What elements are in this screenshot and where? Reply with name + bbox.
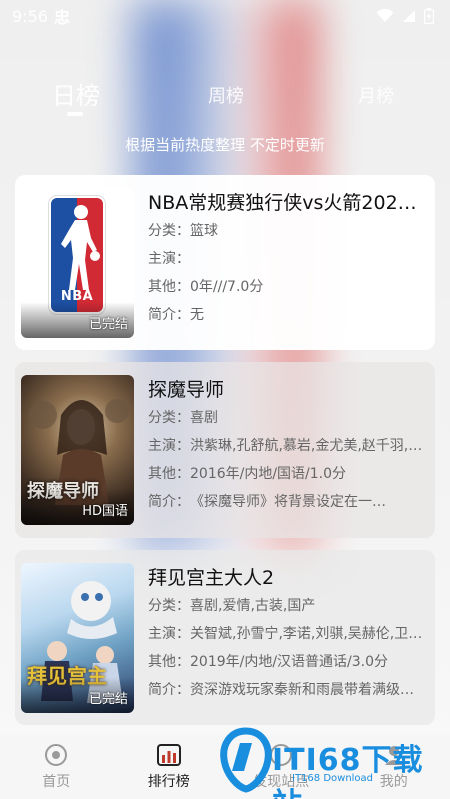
tab-week[interactable]: 周榜 [200,82,252,108]
other-label: 其他： [148,654,190,670]
cast-value: 洪紫琳,孔舒航,慕岩,金尤美,赵千羽,… [190,438,423,454]
status-badge: 已完结 [88,317,128,332]
intro-label: 简介： [148,307,190,323]
other-value: 2016年/内地/国语/1.0分 [190,466,347,482]
category-label: 分类： [148,598,190,614]
home-icon [45,744,68,766]
rank-tabs: 日榜 周榜 月榜 [0,72,450,122]
status-badge: 已完结 [88,692,128,707]
nba-logo: NBA [49,196,105,314]
intro-label: 简介： [148,494,190,510]
category-label: 分类： [148,410,190,426]
other-label: 其他： [148,466,190,482]
status-time: 9:56 [12,6,48,26]
watermark: ITI68下载站 IT168 Download [218,723,450,799]
intro-value: 《探魔导师》将背景设定在一… [190,494,386,510]
rank-subtitle: 根据当前热度整理 不定时更新 [125,136,325,154]
cast-value [190,245,428,273]
tab-month[interactable]: 月榜 [350,82,402,108]
intro-value: 资深游戏玩家秦新和雨晨带着满级… [190,682,414,698]
intro-value: 无 [190,307,204,323]
cast-label: 主演： [148,626,190,642]
category-label: 分类： [148,223,190,239]
other-label: 其他： [148,279,190,295]
other-value: 2019年/内地/汉语普通话/3.0分 [190,654,389,670]
list-item[interactable]: 探魔导师 HD国语 探魔导师 分类：喜剧 主演：洪紫琳,孔舒航,慕岩,金尤美,赵… [15,362,435,538]
tab-indicator [67,112,83,116]
category-value: 喜剧 [190,410,218,426]
cast-label: 主演： [148,438,190,454]
other-value: 0年///7.0分 [190,279,264,295]
status-bar: 9:56 忠 [0,0,450,32]
poster-image: 探魔导师 HD国语 [21,375,134,525]
nav-home[interactable]: 首页 [0,735,113,799]
cast-label: 主演： [148,251,190,267]
battery-icon [424,8,434,24]
nav-rank[interactable]: 排行榜 [113,735,226,799]
intro-label: 简介： [148,682,190,698]
tab-day[interactable]: 日榜 [50,76,102,111]
signal-icon [403,10,415,22]
status-badge: HD国语 [82,504,128,519]
watermark-text: ITI68下载站 [272,743,424,799]
poster-image: 拜见宫主 已完结 [21,563,134,713]
watermark-logo-icon [220,727,272,793]
category-value: 喜剧,爱情,古装,国产 [190,598,316,614]
list-item[interactable]: NBA 已完结 NBA常规赛独行侠vs火箭2025… 分类： 篮球 主演： 其他：… [15,175,435,350]
cast-value: 关智斌,孙雪宁,李诺,刘骐,吴赫伦,卫… [190,626,423,642]
item-title: NBA常规赛独行侠vs火箭2025… [148,192,428,214]
wifi-icon [376,9,394,22]
nav-rank-label: 排行榜 [147,774,190,790]
notification-icon: 忠 [53,8,70,27]
list-item[interactable]: 拜见宫主 已完结 拜见宫主大人2 分类： 喜剧,爱情,古装,国产 主演： 关智斌,孙… [15,550,435,725]
item-title: 拜见宫主大人2 [148,567,275,589]
item-title: 探魔导师 [148,379,225,401]
poster-image: NBA 已完结 [21,188,134,338]
watermark-sub: IT168 Download [292,773,374,784]
category-value: 篮球 [190,223,218,239]
nav-home-label: 首页 [42,774,71,790]
rank-icon [156,744,181,766]
